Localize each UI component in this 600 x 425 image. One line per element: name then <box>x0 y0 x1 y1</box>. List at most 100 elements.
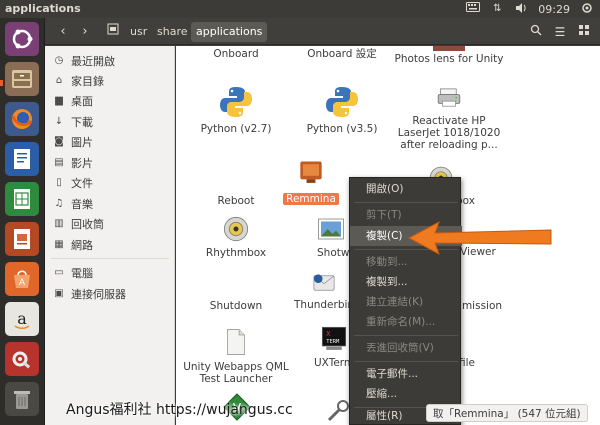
sidebar-item-downloads[interactable]: ↓ 下載 <box>45 112 175 131</box>
file-item-thunderbird[interactable]: Thunderbird <box>294 270 359 311</box>
clock-time[interactable]: 09:29 <box>538 3 570 16</box>
file-name: Unity Webapps QML Test Launcher <box>183 361 289 385</box>
search-button[interactable] <box>526 22 546 42</box>
file-item-python27[interactable]: Python (v2.7) <box>178 84 294 135</box>
file-name: Thunderbird <box>294 299 359 311</box>
menu-item-rename[interactable]: 重新命名(M)... <box>350 312 462 332</box>
file-item-onboard-settings[interactable]: Onboard 設定 <box>284 48 400 60</box>
toggle-location-button[interactable] <box>103 22 123 42</box>
sidebar-item-label: 影片 <box>71 156 93 170</box>
forward-button[interactable]: › <box>75 22 95 42</box>
thunderbird-icon <box>313 274 335 291</box>
network-arrows-icon[interactable]: ⇅ <box>490 2 504 16</box>
sidebar-item-label: 桌面 <box>71 94 93 108</box>
sidebar-item-recent[interactable]: ◷ 最近開啟 <box>45 51 175 70</box>
sidebar-item-label: 回收筒 <box>71 217 104 231</box>
launcher-running-indicator <box>0 80 3 86</box>
menu-item-compress[interactable]: 壓縮... <box>350 384 462 404</box>
trash-icon: ▥ <box>54 218 64 229</box>
gear-power-icon[interactable] <box>580 2 594 16</box>
sidebar-item-connect-server[interactable]: ▣ 連接伺服器 <box>45 284 175 303</box>
file-item-shutdown[interactable]: Shutdown <box>178 300 294 312</box>
annotation-arrow-icon <box>407 220 552 256</box>
file-item-remmina[interactable]: Remmina <box>276 158 346 205</box>
menu-item-make-link[interactable]: 建立連結(K) <box>350 292 462 312</box>
launcher-system-settings-button[interactable] <box>5 342 39 376</box>
grid-view-button[interactable] <box>574 22 594 42</box>
sidebar-item-documents[interactable]: ▯ 文件 <box>45 173 175 192</box>
top-panel: applications ⇅ 09:29 <box>0 0 600 18</box>
list-view-button[interactable]: ☰ <box>550 22 570 42</box>
remmina-icon <box>300 161 322 183</box>
launcher-firefox-button[interactable] <box>5 102 39 136</box>
sidebar-item-desktop[interactable]: ▆ 桌面 <box>45 91 175 110</box>
svg-text:TERM: TERM <box>326 339 340 345</box>
download-icon: ↓ <box>54 116 64 127</box>
launcher-software-center-button[interactable]: A <box>5 262 39 296</box>
file-item-rhythmbox[interactable]: Rhythmbox <box>178 214 294 259</box>
launcher-calc-button[interactable] <box>5 182 39 216</box>
launcher-amazon-button[interactable]: a <box>5 302 39 336</box>
file-name: UXTerm <box>314 357 355 369</box>
file-name: Rhythmbox <box>205 247 267 259</box>
keyboard-icon[interactable] <box>466 2 481 16</box>
rhythmbox-speaker-icon <box>223 216 249 242</box>
sidebar-item-label: 圖片 <box>71 135 93 149</box>
sidebar-item-label: 文件 <box>71 176 93 190</box>
sidebar-item-label: 網路 <box>71 238 93 252</box>
sidebar-item-home[interactable]: ⌂ 家目錄 <box>45 71 175 90</box>
menu-item-open[interactable]: 開啟(O) <box>350 179 462 199</box>
chevron-right-icon: › <box>82 24 88 39</box>
file-name: Reactivate HP LaserJet 1018/1020 after r… <box>397 115 501 151</box>
file-item-photos-lens[interactable]: Photos lens for Unity <box>391 46 507 65</box>
location-entry-icon <box>107 23 119 35</box>
file-item-python35[interactable]: Python (v3.5) <box>284 84 400 135</box>
launcher-files-button[interactable] <box>5 62 39 96</box>
breadcrumb-usr[interactable]: usr <box>125 22 152 42</box>
file-name: Python (v3.5) <box>306 123 378 135</box>
computer-icon: ▭ <box>54 267 64 278</box>
back-button[interactable]: ‹ <box>53 22 73 42</box>
file-name: Onboard <box>213 48 259 60</box>
sidebar-item-network[interactable]: ▦ 網路 <box>45 235 175 254</box>
status-bar: 取「Remmina」 (547 位元組) <box>426 404 588 422</box>
film-icon: ▤ <box>54 157 64 168</box>
places-sidebar: ◷ 最近開啟 ⌂ 家目錄 ▆ 桌面 ↓ 下載 ◙ 圖片 ▤ 影片 ▯ 文件 ♫ 音樂 ▥ 回收筒 … <box>45 46 175 425</box>
context-menu: 開啟(O) 剪下(T) 複製(C) 移動到... 複製到... 建立連結(K) … <box>349 177 462 425</box>
file-item-hp-laserjet[interactable]: Reactivate HP LaserJet 1018/1020 after r… <box>391 86 507 151</box>
shotwell-photo-icon <box>318 218 344 240</box>
file-item-uxterm[interactable]: X TERM UXTerm <box>314 324 354 369</box>
sidebar-item-trash[interactable]: ▥ 回收筒 <box>45 214 175 233</box>
menu-item-copy-to[interactable]: 複製到... <box>350 272 462 292</box>
file-item-onboard[interactable]: Onboard <box>178 48 294 60</box>
volume-icon[interactable] <box>514 2 528 16</box>
breadcrumb-share[interactable]: share <box>152 22 193 42</box>
impress-presentation-icon <box>14 229 30 249</box>
amazon-logo-icon: a <box>14 309 30 329</box>
sidebar-item-music[interactable]: ♫ 音樂 <box>45 194 175 213</box>
python-logo-icon <box>326 87 358 117</box>
launcher-impress-button[interactable] <box>5 222 39 256</box>
sidebar-item-pictures[interactable]: ◙ 圖片 <box>45 132 175 151</box>
photos-lens-icon <box>433 46 465 51</box>
menu-item-email[interactable]: 電子郵件... <box>350 364 462 384</box>
firefox-icon <box>11 109 33 129</box>
sidebar-item-label: 音樂 <box>71 197 93 211</box>
launcher-writer-button[interactable] <box>5 142 39 176</box>
launcher-dash-button[interactable] <box>5 22 39 56</box>
launcher-trash-button[interactable] <box>5 382 39 416</box>
file-cabinet-icon <box>12 70 32 88</box>
menu-item-move-to-trash[interactable]: 丟進回收筒(V) <box>350 338 462 358</box>
sidebar-divider <box>51 258 169 259</box>
system-tray: ⇅ 09:29 <box>466 1 594 17</box>
menu-separator <box>354 335 458 336</box>
file-item-unity-webapps[interactable]: Unity Webapps QML Test Launcher <box>178 326 294 385</box>
sidebar-item-label: 電腦 <box>71 266 93 280</box>
breadcrumb-applications[interactable]: applications <box>191 22 268 42</box>
sidebar-item-videos[interactable]: ▤ 影片 <box>45 153 175 172</box>
generic-file-icon <box>227 329 245 355</box>
software-bag-icon: A <box>14 270 30 288</box>
sidebar-item-computer[interactable]: ▭ 電腦 <box>45 263 175 282</box>
printer-icon <box>437 88 461 107</box>
server-icon: ▣ <box>54 288 64 299</box>
